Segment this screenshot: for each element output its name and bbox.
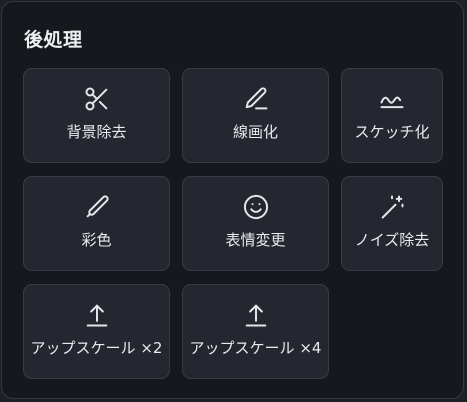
colorize-button[interactable]: 彩色 bbox=[23, 176, 170, 271]
scissors-icon bbox=[83, 85, 111, 113]
brush-icon bbox=[83, 193, 111, 221]
tile-label: ノイズ除去 bbox=[354, 231, 430, 249]
panel-title: 後処理 bbox=[24, 29, 83, 51]
tile-label: 背景除去 bbox=[66, 123, 127, 141]
pen-line-icon bbox=[242, 85, 270, 113]
remove-background-button[interactable]: 背景除去 bbox=[23, 68, 170, 163]
upscale-4x-button[interactable]: アップスケール ×4 bbox=[182, 284, 329, 379]
line-art-button[interactable]: 線画化 bbox=[182, 68, 329, 163]
tile-label: アップスケール ×2 bbox=[30, 339, 163, 357]
tile-label: 表情変更 bbox=[225, 231, 286, 249]
denoise-button[interactable]: ノイズ除去 bbox=[341, 176, 443, 271]
squiggle-icon bbox=[378, 85, 406, 113]
upload-icon bbox=[242, 301, 270, 329]
upload-icon bbox=[83, 301, 111, 329]
tile-label: 線画化 bbox=[232, 123, 278, 141]
upscale-2x-button[interactable]: アップスケール ×2 bbox=[23, 284, 170, 379]
tile-label: スケッチ化 bbox=[354, 123, 430, 141]
smile-icon bbox=[242, 193, 270, 221]
tile-label: アップスケール ×4 bbox=[189, 339, 322, 357]
tile-label: 彩色 bbox=[81, 231, 112, 249]
sketch-button[interactable]: スケッチ化 bbox=[341, 68, 443, 163]
magic-wand-icon bbox=[378, 193, 406, 221]
post-processing-panel: 後処理 背景除去 線画化 スケッチ化 彩色 表情変更 ノイズ除去 アップスケール… bbox=[1, 1, 464, 399]
change-expression-button[interactable]: 表情変更 bbox=[182, 176, 329, 271]
